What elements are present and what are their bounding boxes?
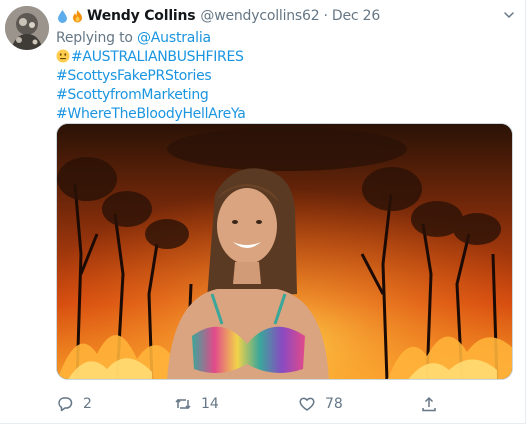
hashtag-line: #AUSTRALIANBUSHFIRES <box>56 48 516 67</box>
hashtag-line: #ScottyfromMarketing <box>56 86 516 105</box>
reply-count: 2 <box>83 396 92 412</box>
like-button[interactable]: 78 <box>298 392 343 416</box>
tweet-content: Wendy Collins @wendycollins62 · Dec 26 R… <box>56 6 516 124</box>
reply-prefix: Replying to <box>56 30 133 46</box>
tweet-text: #AUSTRALIANBUSHFIRES #ScottysFakePRStori… <box>56 48 516 124</box>
hashtag-link[interactable]: #ScottysFakePRStories <box>56 68 212 84</box>
header-separator: · <box>323 8 328 24</box>
hashtag-line: #ScottysFakePRStories <box>56 67 516 86</box>
fire-icon <box>73 10 82 23</box>
reply-target-link[interactable]: @Australia <box>137 30 211 46</box>
retweet-count: 14 <box>201 396 219 412</box>
retweet-icon <box>175 398 191 410</box>
reply-icon <box>58 397 73 412</box>
droplet-icon <box>58 10 67 23</box>
tweet-date[interactable]: Dec 26 <box>332 8 380 24</box>
share-icon <box>422 396 436 412</box>
reply-button[interactable]: 2 <box>56 392 92 416</box>
tweet-header: Wendy Collins @wendycollins62 · Dec 26 <box>56 6 516 26</box>
tweet-actions: 2 14 78 <box>56 392 496 416</box>
retweet-button[interactable]: 14 <box>174 392 219 416</box>
neutral-face-icon <box>56 49 70 63</box>
chevron-down-icon[interactable] <box>502 8 516 22</box>
tweet-media-image[interactable] <box>56 123 513 380</box>
reply-context: Replying to @Australia <box>56 29 516 48</box>
like-count: 78 <box>325 396 343 412</box>
share-button[interactable] <box>420 392 447 416</box>
tweet[interactable]: Wendy Collins @wendycollins62 · Dec 26 R… <box>0 0 526 424</box>
hashtag-line: #WhereTheBloodyHellAreYa <box>56 105 516 124</box>
author-handle[interactable]: @wendycollins62 <box>200 8 319 24</box>
avatar[interactable] <box>5 6 49 50</box>
hashtag-link[interactable]: #ScottyfromMarketing <box>56 87 209 103</box>
author-name[interactable]: Wendy Collins <box>87 8 196 24</box>
hashtag-link[interactable]: #AUSTRALIANBUSHFIRES <box>71 49 244 65</box>
hashtag-link[interactable]: #WhereTheBloodyHellAreYa <box>56 106 246 122</box>
heart-icon <box>299 397 315 411</box>
